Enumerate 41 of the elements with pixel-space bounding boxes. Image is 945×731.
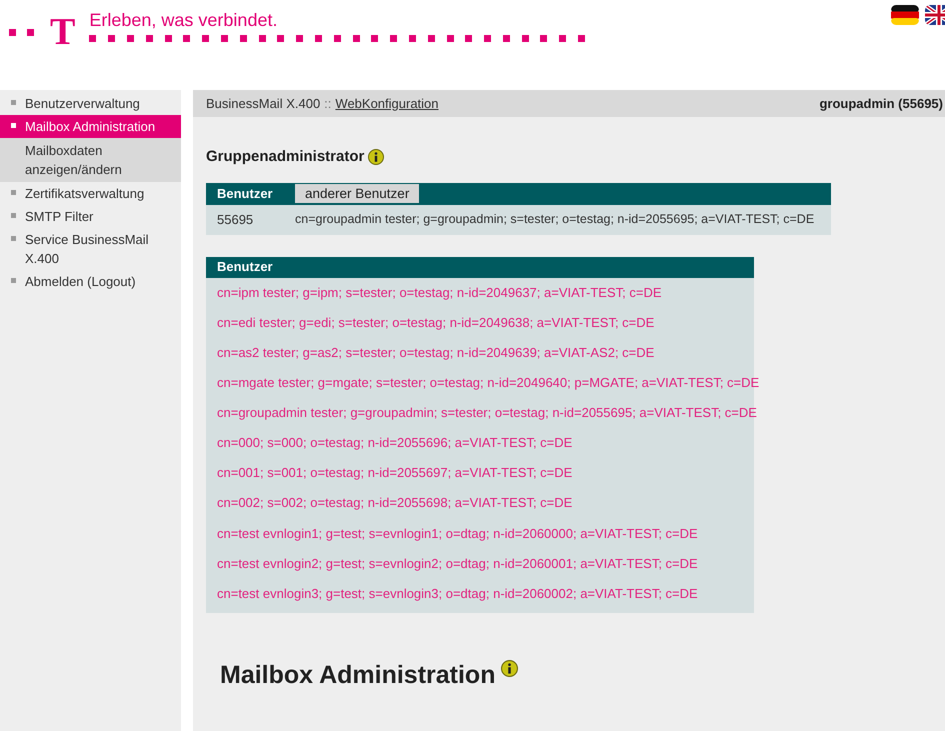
sidebar-item[interactable]: SMTP Filter <box>0 205 181 228</box>
app-name: BusinessMail X.400 <box>206 94 320 113</box>
page-heading: Mailbox Administration <box>220 660 496 690</box>
user-link[interactable]: cn=as2 tester; g=as2; s=tester; o=testag; n-id=2049639; a=VIAT-AS2; c=DE <box>217 342 654 362</box>
other-user-button[interactable]: anderer Benutzer <box>295 184 420 203</box>
user-link[interactable]: cn=test evnlogin2; g=test; s=evnlogin2; o=dtag; n-id=2060001; a=VIAT-TEST; c=DE <box>217 554 698 574</box>
sidebar-item[interactable]: Mailbox Administration <box>0 115 181 138</box>
user-link[interactable]: cn=edi tester; g=edi; s=tester; o=testag; n-id=2049638; a=VIAT-TEST; c=DE <box>217 312 654 332</box>
user-link[interactable]: cn=groupadmin tester; g=groupadmin; s=tester; o=testag; n-id=2055695; a=VIAT-TEST; c=DE <box>217 403 757 423</box>
logo: T <box>50 12 76 52</box>
user-link[interactable]: cn=000; s=000; o=testag; n-id=2055696; a=VIAT-TEST; c=DE <box>217 433 572 453</box>
info-icon <box>501 660 518 677</box>
british-flag-icon[interactable] <box>925 5 945 25</box>
webkonfiguration-link[interactable]: WebKonfiguration <box>335 94 439 114</box>
user-link[interactable]: cn=002; s=002; o=testag; n-id=2055698; a=VIAT-TEST; c=DE <box>217 493 572 513</box>
bullet-icon <box>11 278 16 283</box>
sidebar-item[interactable]: Zertifikatsverwaltung <box>0 182 181 205</box>
user-link[interactable]: cn=test evnlogin3; g=test; s=evnlogin3; o=dtag; n-id=2060002; a=VIAT-TEST; c=DE <box>217 584 698 604</box>
bullet-icon <box>11 100 16 105</box>
info-icon <box>368 149 384 166</box>
slogan: Erleben, was verbindet. <box>89 8 278 30</box>
user-label: groupadmin (55695) <box>819 94 943 113</box>
bullet-icon <box>11 190 16 195</box>
sidebar-item[interactable]: Benutzerverwaltung <box>0 92 181 115</box>
table-cell-text: cn=groupadmin tester; g=groupadmin; s=tester; o=testag; n-id=2055695; a=VIAT-TEST; c=DE <box>295 211 814 228</box>
user-link[interactable]: cn=mgate tester; g=mgate; s=tester; o=testag; n-id=2049640; p=MGATE; a=VIAT-TEST; c=DE <box>217 373 760 393</box>
user-link[interactable]: cn=001; s=001; o=testag; n-id=2055697; a=VIAT-TEST; c=DE <box>217 463 572 483</box>
sidebar-item[interactable]: Abmelden (Logout) <box>0 270 181 293</box>
separator: :: <box>324 94 332 113</box>
bullet-icon <box>11 236 16 241</box>
column-header: Benutzer <box>216 184 274 203</box>
bullet-icon <box>11 123 16 128</box>
column-header: Benutzer <box>216 258 273 276</box>
sidebar-item[interactable]: Service BusinessMail X.400 <box>0 228 181 270</box>
user-link[interactable]: cn=ipm tester; g=ipm; s=tester; o=testag; n-id=2049637; a=VIAT-TEST; c=DE <box>217 282 662 302</box>
table-cell-text: 55695 <box>216 210 254 229</box>
user-link[interactable]: cn=test evnlogin1; g=test; s=evnlogin1; o=dtag; n-id=2060000; a=VIAT-TEST; c=DE <box>217 524 698 544</box>
sidebar-subitem[interactable]: Mailboxdaten anzeigen/ändern <box>0 138 181 182</box>
bullet-icon <box>11 213 16 218</box>
section-heading: Gruppenadministrator <box>206 147 364 167</box>
german-flag-icon[interactable] <box>891 5 919 25</box>
